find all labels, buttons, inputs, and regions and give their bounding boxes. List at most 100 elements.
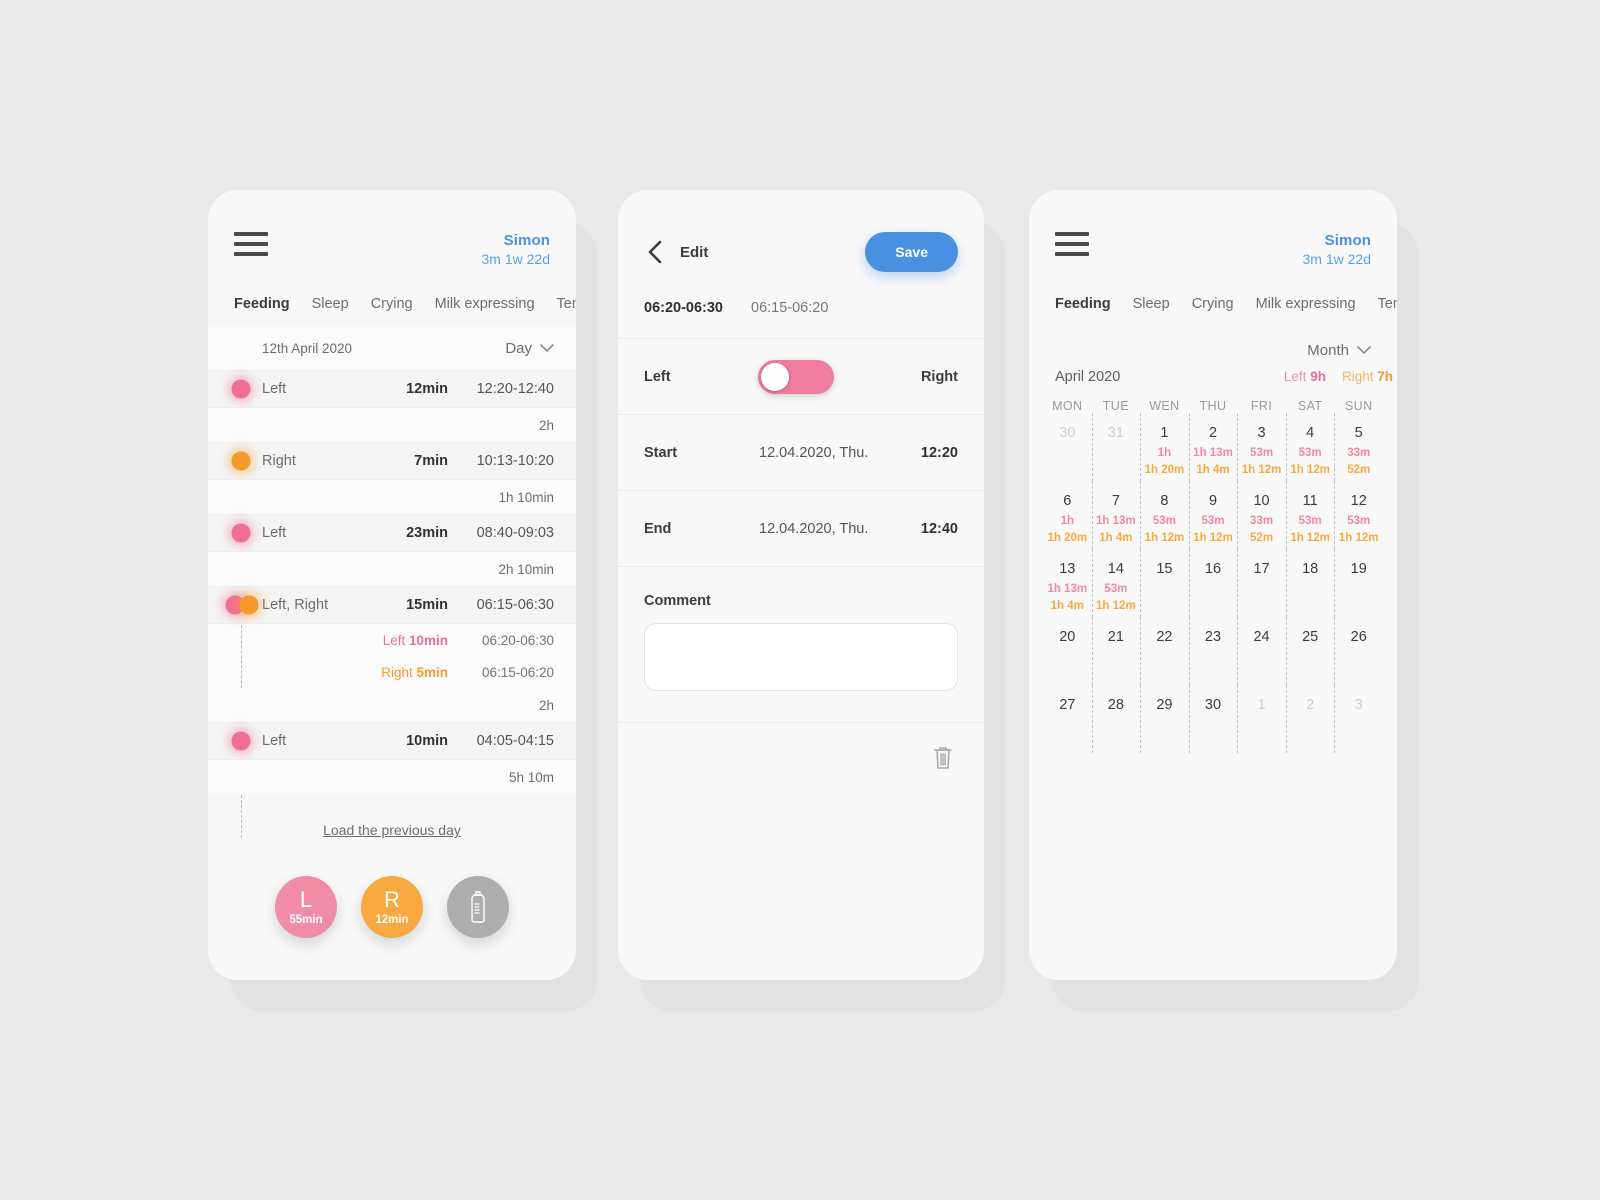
calendar-day-cell[interactable]: 13 1h 13m 1h 4m [1043, 549, 1092, 617]
day-number: 10 [1253, 493, 1270, 510]
calendar-day-cell[interactable]: 15 [1140, 549, 1189, 618]
left-breast-dot-icon [231, 379, 251, 399]
sub-entry-side-duration: Left 10min [382, 632, 448, 648]
tab-milk-expressing[interactable]: Milk expressing [1256, 296, 1356, 312]
day-number: 31 [1107, 425, 1124, 442]
calendar-day-cell[interactable]: 7 1h 13m 1h 4m [1091, 481, 1141, 550]
calendar-day-cell[interactable]: 8 53m 1h 12m [1140, 481, 1189, 550]
tab-feeding[interactable]: Feeding [1055, 296, 1111, 312]
tab-milk-expressing[interactable]: Milk expressing [435, 296, 535, 312]
period-label: Month [1307, 342, 1349, 360]
calendar-day-cell[interactable]: 3 53m 1h 12m [1237, 413, 1286, 482]
feeding-entry-row[interactable]: Left 10min 04:05-04:15 [208, 722, 576, 761]
tab-crying[interactable]: Crying [371, 296, 413, 312]
calendar-day-cell[interactable]: 17 [1237, 549, 1286, 618]
day-number: 27 [1059, 697, 1076, 714]
tab-temperatur[interactable]: Temperatur [1378, 296, 1397, 312]
day-left-duration: 53m [1152, 515, 1176, 527]
end-row[interactable]: End 12.04.2020, Thu. 12:40 [618, 491, 984, 567]
feeding-sub-entry-row[interactable]: Left 10min 06:20-06:30 [208, 624, 576, 657]
day-left-duration: 53m [1298, 515, 1322, 527]
interval-row: 2h [208, 688, 576, 723]
entry-side: Left [262, 525, 287, 542]
calendar-day-cell[interactable]: 24 [1237, 617, 1286, 686]
feeding-entry-row[interactable]: Left, Right 15min 06:15-06:30 [208, 586, 576, 625]
load-previous-day-link[interactable]: Load the previous day [208, 794, 576, 838]
baby-profile[interactable]: Simon 3m 1w 22d [1303, 232, 1371, 268]
calendar-day-cell[interactable]: 22 [1140, 617, 1189, 686]
day-number: 19 [1350, 561, 1367, 578]
calendar-day-cell[interactable]: 31 [1091, 413, 1141, 482]
calendar-day-cell[interactable]: 1 [1237, 685, 1286, 754]
calendar-day-cell[interactable]: 30 [1188, 685, 1238, 754]
tab-temperatur[interactable]: Temperatur [557, 296, 576, 312]
feeding-entry-row[interactable]: Left 12min 12:20-12:40 [208, 370, 576, 409]
calendar-day-cell[interactable]: 29 [1140, 685, 1189, 754]
day-number: 21 [1107, 629, 1124, 646]
calendar-day-cell[interactable]: 26 [1334, 617, 1383, 686]
day-right-duration: 1h 4m [1050, 599, 1084, 612]
hamburger-menu-icon[interactable] [234, 232, 268, 256]
tab-crying[interactable]: Crying [1192, 296, 1234, 312]
calendar-day-cell[interactable]: 6 1h 1h 20m [1043, 481, 1092, 549]
calendar-day-cell[interactable]: 27 [1043, 685, 1092, 753]
calendar-day-cell[interactable]: 2 1h 13m 1h 4m [1188, 413, 1238, 482]
calendar-day-cell[interactable]: 9 53m 1h 12m [1188, 481, 1238, 550]
period-selector-day[interactable]: Day [505, 340, 554, 357]
save-button[interactable]: Save [865, 232, 958, 272]
calendar-day-cell[interactable]: 10 33m 52m [1237, 481, 1286, 550]
day-left-duration: 33m [1347, 447, 1371, 459]
side-left-label: Left [644, 368, 671, 385]
start-left-button[interactable]: L 55min [275, 876, 337, 938]
calendar-day-cell[interactable]: 23 [1188, 617, 1238, 686]
back-chevron-icon[interactable] [644, 240, 666, 264]
hamburger-menu-icon[interactable] [1055, 232, 1089, 256]
calendar-day-cell[interactable]: 2 [1285, 685, 1335, 754]
day-number: 23 [1204, 629, 1222, 646]
interval-row: 5h 10m [208, 760, 576, 795]
calendar-day-cell[interactable]: 30 [1043, 413, 1092, 481]
tab-sleep[interactable]: Sleep [312, 296, 349, 312]
entry-time: 12:20-12:40 [476, 381, 554, 398]
right-breast-dot-icon [231, 451, 251, 471]
total-left-value: 9h [1310, 369, 1326, 385]
feeding-entry-row[interactable]: Right 7min 10:13-10:20 [208, 442, 576, 481]
baby-profile[interactable]: Simon 3m 1w 22d [482, 232, 550, 268]
calendar-day-cell[interactable]: 21 [1091, 617, 1141, 686]
calendar-day-cell[interactable]: 19 [1334, 549, 1383, 618]
calendar-day-cell[interactable]: 14 53m 1h 12m [1091, 549, 1141, 618]
segment-tab[interactable]: 06:20-06:30 [644, 300, 723, 316]
calendar-day-cell[interactable]: 25 [1285, 617, 1335, 686]
calendar-day-cell[interactable]: 16 [1188, 549, 1238, 618]
feeding-entry-row[interactable]: Left 23min 08:40-09:03 [208, 514, 576, 553]
tab-sleep[interactable]: Sleep [1133, 296, 1170, 312]
calendar-day-cell[interactable]: 12 53m 1h 12m [1334, 481, 1383, 550]
side-toggle-switch[interactable] [757, 359, 834, 394]
segment-tab[interactable]: 06:15-06:20 [751, 300, 828, 316]
left-label: L [299, 886, 313, 912]
calendar-day-cell[interactable]: 5 33m 52m [1334, 413, 1383, 482]
calendar-day-cell[interactable]: 18 [1285, 549, 1335, 618]
sub-entry-time: 06:20-06:30 [481, 632, 554, 648]
tab-bar: Feeding Sleep Crying Milk expressing Tempera… [1029, 268, 1397, 326]
baby-bottle-icon [471, 891, 485, 923]
start-row[interactable]: Start 12.04.2020, Thu. 12:20 [618, 415, 984, 491]
day-number: 25 [1302, 629, 1319, 646]
phone-feeding-month: Simon 3m 1w 22d Feeding Sleep Crying Milk e… [1029, 190, 1419, 1012]
calendar-day-cell[interactable]: 20 [1043, 617, 1092, 685]
start-right-button[interactable]: R 12min [361, 876, 423, 938]
day-number: 14 [1107, 561, 1124, 578]
phone-edit-entry: Edit Save 06:20-06:30 06:15-06:20 Left Ri… [618, 190, 1006, 1012]
calendar-day-cell[interactable]: 4 53m 1h 12m [1285, 413, 1335, 482]
feeding-sub-entry-row[interactable]: Right 5min 06:15-06:20 [208, 656, 576, 689]
calendar-day-cell[interactable]: 28 [1091, 685, 1141, 754]
calendar-day-cell[interactable]: 11 53m 1h 12m [1285, 481, 1335, 550]
trash-icon[interactable] [932, 745, 954, 776]
tab-feeding[interactable]: Feeding [234, 296, 290, 312]
period-selector-month[interactable]: Month [1307, 342, 1371, 359]
comment-input[interactable] [644, 623, 958, 691]
bottle-feeding-button[interactable] [447, 876, 509, 938]
calendar-day-cell[interactable]: 1 1h 1h 20m [1140, 413, 1189, 482]
weekday-label: SAT [1297, 399, 1323, 414]
calendar-day-cell[interactable]: 3 [1334, 685, 1383, 754]
